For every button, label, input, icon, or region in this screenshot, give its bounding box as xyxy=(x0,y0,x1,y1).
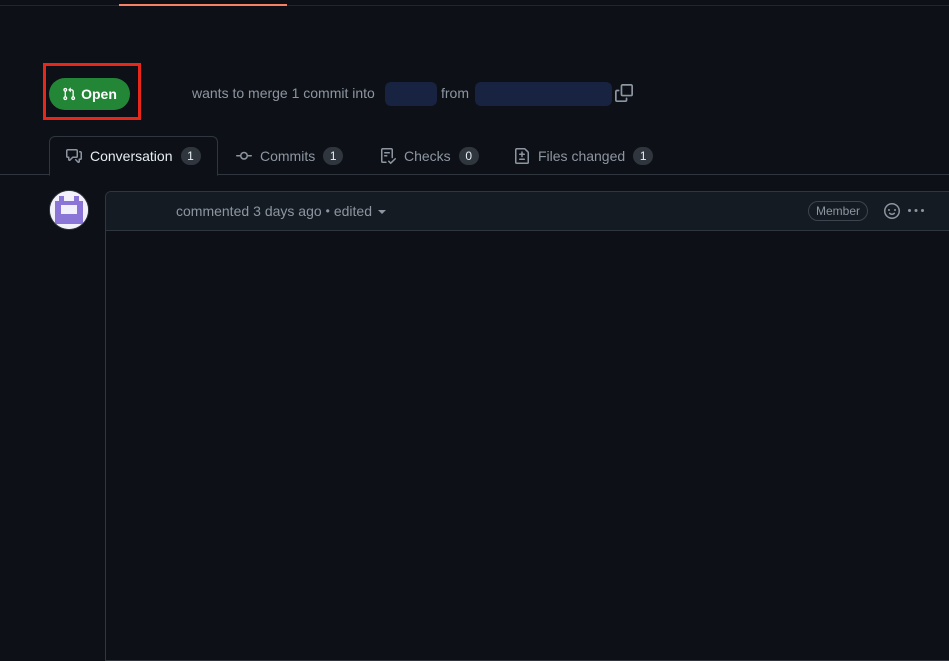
comment-header: commented 3 days ago • edited Member xyxy=(106,192,949,231)
kebab-horizontal-icon[interactable] xyxy=(907,203,925,219)
head-branch-chip[interactable] xyxy=(475,82,612,106)
base-branch-chip[interactable] xyxy=(385,82,437,106)
active-nav-underline xyxy=(119,4,287,6)
merge-summary-from: from xyxy=(441,85,469,101)
avatar[interactable] xyxy=(49,190,89,230)
comment-box: commented 3 days ago • edited Member xyxy=(105,191,949,661)
comment-meta: commented 3 days ago • edited xyxy=(176,203,387,219)
role-badge: Member xyxy=(808,201,869,221)
edited-dropdown[interactable]: edited xyxy=(333,203,387,219)
edited-label: edited xyxy=(333,203,373,219)
tab-conversation[interactable]: Conversation 1 xyxy=(49,136,218,176)
comment-discussion-icon xyxy=(66,148,82,164)
comment-separator: • xyxy=(325,204,330,218)
tab-label: Commits xyxy=(260,147,316,164)
tab-counter: 1 xyxy=(633,146,654,165)
git-commit-icon xyxy=(236,148,252,164)
tab-commits[interactable]: Commits 1 xyxy=(236,136,344,175)
copy-icon[interactable] xyxy=(615,84,633,102)
tab-label: Files changed xyxy=(538,147,626,164)
tab-counter: 1 xyxy=(180,147,201,165)
pr-state-label: Open xyxy=(81,86,117,102)
smiley-icon[interactable] xyxy=(884,203,900,219)
comment-timestamp[interactable]: 3 days ago xyxy=(253,203,322,219)
tab-checks[interactable]: Checks 0 xyxy=(380,136,479,175)
comment-action: commented xyxy=(176,203,250,219)
tab-label: Conversation xyxy=(90,148,173,164)
tab-files-changed[interactable]: Files changed 1 xyxy=(514,136,654,175)
merge-summary-text: wants to merge 1 commit into xyxy=(192,85,375,101)
tab-counter: 1 xyxy=(323,146,344,165)
file-diff-icon xyxy=(514,147,530,164)
pr-state-badge: Open xyxy=(49,78,130,110)
chevron-down-icon xyxy=(378,210,387,214)
git-pull-request-icon xyxy=(62,87,76,101)
tab-counter: 0 xyxy=(458,146,479,165)
tab-label: Checks xyxy=(404,147,451,164)
checklist-icon xyxy=(380,147,396,164)
